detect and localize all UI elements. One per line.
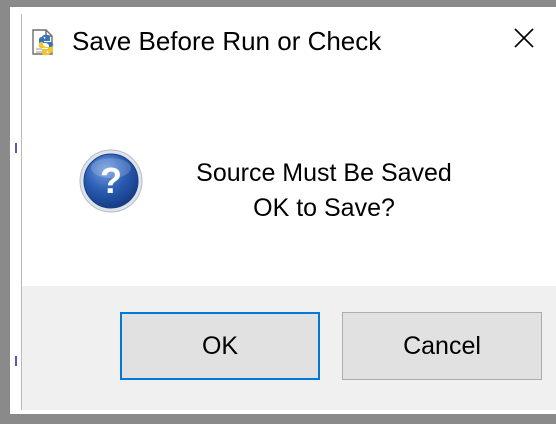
cancel-button[interactable]: Cancel — [342, 312, 542, 380]
screen: Save Before Run or Check ? Source Must B… — [0, 0, 556, 424]
svg-text:?: ? — [100, 160, 122, 201]
dialog-footer: OK Cancel — [22, 286, 556, 410]
dialog-content: ? Source Must Be Saved OK to Save? — [22, 72, 556, 286]
save-before-run-dialog: Save Before Run or Check ? Source Must B… — [21, 14, 556, 410]
dialog-titlebar[interactable]: Save Before Run or Check — [22, 14, 556, 72]
close-button[interactable] — [492, 14, 556, 66]
message-line-1: Source Must Be Saved — [196, 159, 452, 187]
ok-button-label: OK — [201, 331, 239, 360]
python-file-icon — [30, 28, 56, 56]
question-icon: ? — [78, 148, 144, 214]
dialog-message: Source Must Be Saved OK to Save? — [164, 156, 484, 226]
message-line-2: OK to Save? — [253, 194, 395, 222]
ok-button[interactable]: OK — [120, 312, 320, 380]
close-icon — [513, 27, 535, 54]
background-mark — [15, 356, 17, 366]
dialog-title: Save Before Run or Check — [72, 26, 382, 56]
cancel-button-label: Cancel — [403, 331, 481, 360]
background-mark — [15, 143, 17, 153]
